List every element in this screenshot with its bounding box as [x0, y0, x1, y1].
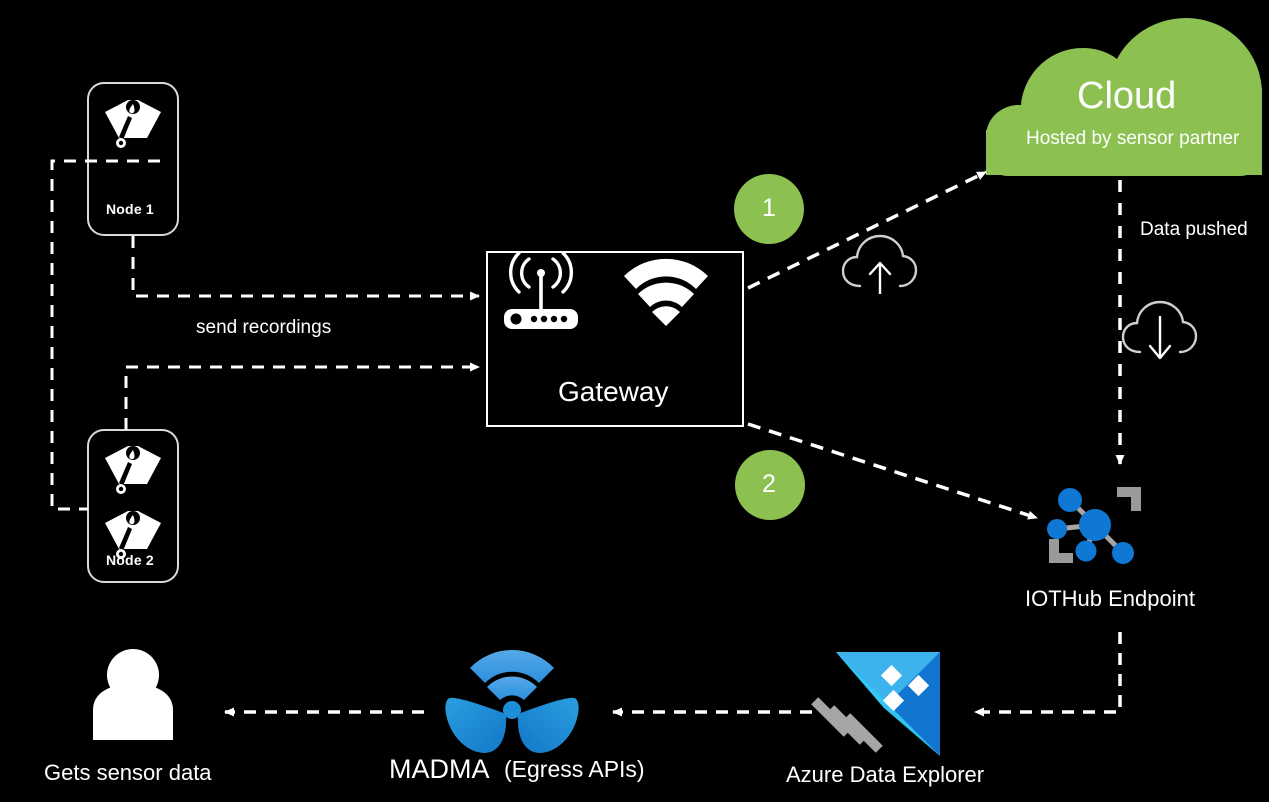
madma-label: MADMA [389, 754, 490, 784]
cloud-download-icon [1121, 300, 1198, 360]
step-2-number: 2 [762, 470, 776, 498]
madma-logo-icon [445, 650, 579, 753]
iot-hub-icon [1047, 487, 1141, 564]
cloud-subtitle: Hosted by sensor partner [1026, 128, 1240, 149]
send-recordings-label: send recordings [196, 317, 332, 338]
edge-node1-to-gateway [131, 236, 480, 301]
cloud-upload-icon [841, 234, 918, 294]
diagram-canvas: Node 1 Node 2 Gateway Cloud Hosted by se… [0, 0, 1269, 802]
adx-label: Azure Data Explorer [786, 762, 985, 787]
iothub-label: IOTHub Endpoint [1025, 586, 1195, 611]
node1-label: Node 1 [106, 201, 154, 217]
gateway-label: Gateway [558, 376, 669, 407]
data-pushed-label: Data pushed [1140, 219, 1248, 240]
step-1-number: 1 [762, 194, 776, 222]
cloud-title: Cloud [1077, 75, 1177, 117]
user-label: Gets sensor data [44, 760, 212, 785]
person-icon [93, 649, 173, 740]
egress-apis-label: (Egress APIs) [504, 756, 645, 782]
edge-iothub-to-adx [974, 632, 1122, 717]
azure-data-explorer-icon [811, 652, 940, 756]
node2-label: Node 2 [106, 552, 154, 568]
edge-node2-to-gateway [124, 362, 480, 430]
